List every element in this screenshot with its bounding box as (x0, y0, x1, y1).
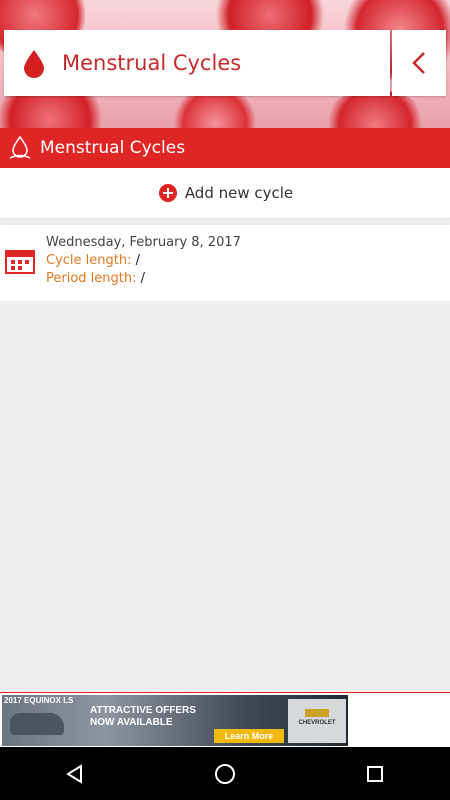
ad-model-label: 2017 EQUINOX LS (4, 696, 74, 705)
period-length-value: / (140, 271, 146, 286)
cycle-date: Wednesday, February 8, 2017 (46, 235, 241, 250)
app-bar: Menstrual Cycles (0, 128, 450, 168)
blood-drop-icon (18, 47, 50, 79)
nav-recents-button[interactable] (355, 754, 395, 794)
add-cycle-label: Add new cycle (184, 184, 294, 202)
calendar-icon (4, 247, 36, 275)
add-icon (157, 182, 179, 204)
ad-banner[interactable]: 2017 EQUINOX LS ATTRACTIVE OFFERS NOW AV… (0, 692, 450, 748)
cycle-length-label: Cycle length: (46, 253, 132, 268)
add-cycle-button[interactable]: Add new cycle (0, 168, 450, 219)
ad-headline: ATTRACTIVE OFFERS NOW AVAILABLE (90, 705, 196, 728)
nav-home-button[interactable] (205, 754, 245, 794)
list-item[interactable]: Wednesday, February 8, 2017 Cycle length… (0, 225, 450, 301)
bowtie-icon (305, 709, 329, 717)
period-length-row: Period length: / (46, 271, 145, 286)
ad-brand-logo: CHEVROLET (288, 699, 346, 743)
nav-back-icon (66, 763, 82, 784)
car-image (10, 713, 64, 735)
ad-image[interactable]: 2017 EQUINOX LS ATTRACTIVE OFFERS NOW AV… (2, 695, 348, 746)
content-area (0, 301, 450, 692)
nav-home-icon (215, 763, 235, 784)
system-nav-bar (0, 747, 450, 800)
title-card: Menstrual Cycles (4, 30, 390, 96)
page-title: Menstrual Cycles (62, 51, 242, 75)
back-button[interactable] (392, 30, 446, 96)
nav-recents-icon (367, 765, 383, 782)
cycle-length-row: Cycle length: / (46, 253, 140, 268)
chevron-left-icon (412, 52, 425, 74)
app-logo-icon (6, 134, 34, 162)
cycle-length-value: / (135, 253, 141, 268)
nav-back-button[interactable] (55, 754, 95, 794)
ad-brand-label: CHEVROLET (298, 720, 336, 726)
ad-learn-more-button[interactable]: Learn More (214, 729, 284, 743)
app-bar-title: Menstrual Cycles (40, 138, 186, 158)
period-length-label: Period length: (46, 271, 137, 286)
header-banner: Menstrual Cycles (0, 0, 450, 128)
